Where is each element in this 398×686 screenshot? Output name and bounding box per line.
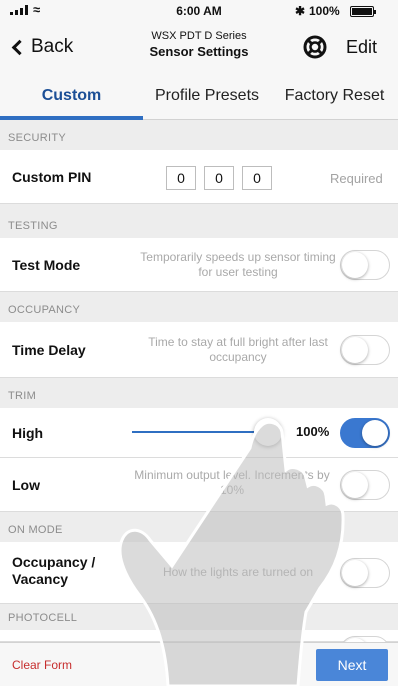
pin-required-text: Required [330, 171, 383, 186]
section-header-trim: TRIM [8, 390, 37, 402]
on-mode-toggle[interactable] [340, 558, 390, 588]
trim-high-label: High [12, 425, 44, 441]
back-button[interactable]: Back [10, 34, 73, 60]
section-header-security: SECURITY [8, 132, 67, 144]
row-on-mode: Occupancy / Vacancy How the lights are t… [0, 542, 398, 604]
next-button[interactable]: Next [316, 649, 388, 681]
section-header-testing: TESTING [8, 220, 58, 232]
clear-form-button[interactable]: Clear Form [12, 658, 72, 672]
pin-digit-2[interactable]: 0 [204, 166, 234, 190]
back-label: Back [31, 36, 74, 57]
toggle-knob [342, 472, 368, 498]
tab-bar: Custom Profile Presets Factory Reset [0, 72, 398, 120]
trim-high-slider-thumb[interactable] [254, 418, 282, 446]
tab-profile-presets[interactable]: Profile Presets [143, 72, 271, 120]
row-time-delay: Time Delay Time to stay at full bright a… [0, 322, 398, 378]
trim-low-toggle[interactable] [340, 470, 390, 500]
test-mode-label: Test Mode [12, 257, 81, 273]
on-mode-description: How the lights are turned on [162, 565, 314, 579]
trim-high-slider-track[interactable] [132, 431, 272, 433]
toggle-knob [362, 420, 388, 446]
trim-low-description: Minimum output level. Increments by 10% [134, 468, 330, 497]
toggle-knob [342, 337, 368, 363]
test-mode-description: Temporarily speeds up sensor timing for … [140, 250, 336, 279]
pin-digit-3[interactable]: 0 [242, 166, 272, 190]
section-header-photocell: PHOTOCELL [8, 612, 78, 624]
time-delay-toggle[interactable] [340, 335, 390, 365]
pin-digit-1[interactable]: 0 [166, 166, 196, 190]
time-delay-label: Time Delay [12, 342, 86, 358]
status-bar: ≈ 6:00 AM ✱ 100% [0, 0, 398, 22]
trim-low-label: Low [12, 477, 40, 493]
section-header-occupancy: OCCUPANCY [8, 304, 81, 316]
test-mode-toggle[interactable] [340, 250, 390, 280]
row-trim-low: Low Minimum output level. Increments by … [0, 458, 398, 512]
custom-pin-label: Custom PIN [12, 169, 92, 185]
trim-high-value: 100% [296, 424, 330, 439]
section-header-on-mode: ON MODE [8, 524, 63, 536]
page-subtitle: WSX PDT D Series [151, 30, 247, 42]
on-mode-label: Occupancy / Vacancy [12, 554, 96, 587]
footer-bar: Clear Form Next [0, 642, 398, 686]
battery-icon [350, 6, 376, 17]
row-test-mode: Test Mode Temporarily speeds up sensor t… [0, 238, 398, 292]
edit-button[interactable]: Edit [346, 37, 377, 58]
page-title-text: Sensor Settings [149, 44, 249, 59]
lifebuoy-icon [303, 35, 327, 59]
bluetooth-icon: ✱ [295, 4, 306, 18]
trim-high-toggle[interactable] [340, 418, 390, 448]
time-delay-description: Time to stay at full bright after last o… [148, 335, 328, 364]
toggle-knob [342, 252, 368, 278]
battery-percent: 100% [309, 4, 340, 18]
help-button[interactable] [302, 34, 328, 60]
tab-custom[interactable]: Custom [0, 72, 143, 120]
nav-bar: Back WSX PDT D Series Sensor Settings Ed… [0, 22, 398, 72]
row-photocell [0, 630, 398, 666]
row-trim-high: High 100% [0, 408, 398, 458]
row-custom-pin: Custom PIN 0 0 0 Required [0, 150, 398, 204]
active-tab-indicator [0, 116, 143, 120]
chevron-left-icon [11, 39, 28, 55]
page-title: WSX PDT D Series Sensor Settings [110, 29, 288, 60]
toggle-knob [342, 560, 368, 586]
tab-factory-reset[interactable]: Factory Reset [271, 72, 398, 120]
